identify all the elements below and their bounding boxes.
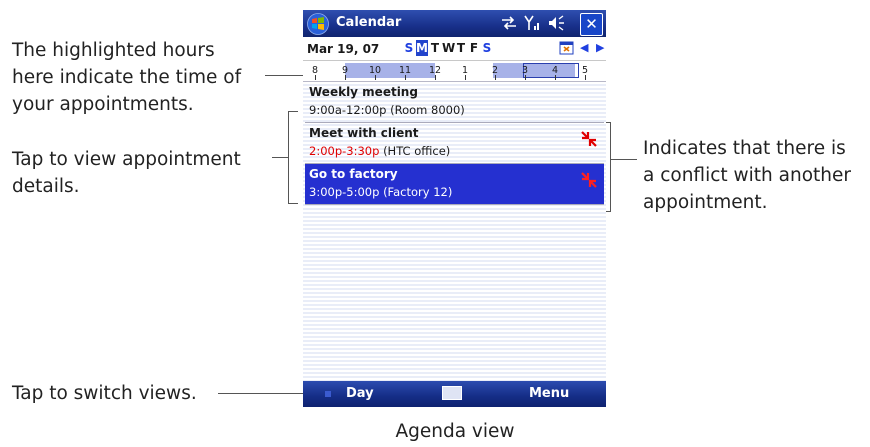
app-title: Calendar (336, 15, 402, 30)
hour-label: 5 (581, 65, 589, 76)
appointment-title: Go to factory (309, 167, 398, 181)
callout-conflict-line1: Indicates that there is (643, 138, 846, 159)
callout-details-line1: Tap to view appointment (12, 149, 241, 170)
callout-switch-line1: Tap to switch views. (12, 383, 197, 404)
appointment-go-to-factory[interactable]: Go to factory 3:00p-5:00p (Factory 12) (305, 164, 604, 205)
callout-conflict-leader (610, 159, 637, 160)
day-softkey[interactable]: Day (346, 386, 374, 401)
hour-highlight-weekly-meeting (345, 63, 435, 78)
callout-switch: Tap to switch views. (12, 380, 197, 407)
callout-conflict-line2: a conflict with another (643, 165, 852, 186)
callout-conflict-bracket (610, 122, 611, 212)
appointment-details: 2:00p-3:30p (HTC office) (309, 144, 450, 158)
hour-label: 12 (428, 65, 442, 76)
callout-conflict-line3: appointment. (643, 192, 768, 213)
conflict-icon (581, 131, 597, 147)
appointment-meet-with-client[interactable]: Meet with client 2:00p-3:30p (HTC office… (305, 123, 604, 164)
appointment-title: Weekly meeting (309, 85, 418, 99)
appointment-weekly-meeting[interactable]: Weekly meeting 9:00a-12:00p (Room 8000) (305, 82, 604, 123)
view-indicator-icon (325, 391, 331, 397)
appointment-location: (HTC office) (383, 144, 451, 158)
hour-bar: 8 9 10 11 12 1 2 3 4 5 (303, 61, 606, 82)
soft-key-bar: Day Menu (303, 381, 606, 407)
callout-details-line2: details. (12, 176, 80, 197)
hour-label: 8 (311, 65, 319, 76)
go-to-today-icon[interactable] (559, 40, 575, 56)
hour-label: 9 (341, 65, 349, 76)
callout-details-bracket-v (288, 111, 289, 204)
next-arrow-icon[interactable]: ▶ (596, 41, 604, 54)
callout-details-leader (272, 157, 288, 158)
callout-conflict: Indicates that there is a conflict with … (643, 135, 851, 216)
weekday-mon[interactable]: M (416, 40, 428, 56)
appointment-time: 3:00p-5:00p (309, 185, 380, 199)
callout-hours-line1: The highlighted hours (12, 40, 215, 61)
appointment-time: 9:00a-12:00p (309, 103, 387, 117)
hour-label: 3 (521, 65, 529, 76)
hour-label: 2 (491, 65, 499, 76)
close-button[interactable]: ✕ (580, 13, 603, 36)
calendar-screen: Calendar ✕ Mar 19, 07 S M T W T F S ◀ ▶ … (303, 10, 606, 407)
weekday-sun[interactable]: S (403, 40, 415, 56)
callout-hours: The highlighted hours here indicate the … (12, 37, 241, 118)
appointment-location: (Room 8000) (390, 103, 465, 117)
callout-hours-line2: here indicate the time of (12, 67, 242, 88)
weekday-fri[interactable]: F (468, 40, 480, 56)
current-date[interactable]: Mar 19, 07 (307, 42, 379, 56)
previous-arrow-icon[interactable]: ◀ (580, 41, 588, 54)
connectivity-icon[interactable] (500, 14, 518, 32)
weekday-tue[interactable]: T (429, 40, 441, 56)
figure-caption: Agenda view (395, 421, 515, 442)
week-day-selector: S M T W T F S (403, 40, 494, 56)
conflict-icon (581, 172, 597, 188)
appointment-title: Meet with client (309, 126, 419, 140)
weekday-thu[interactable]: T (455, 40, 467, 56)
hour-label: 4 (551, 65, 559, 76)
callout-details-bracket-bottom (288, 203, 298, 204)
callout-hours-line3: your appointments. (12, 94, 194, 115)
title-bar: Calendar ✕ (303, 10, 606, 37)
agenda-list: Weekly meeting 9:00a-12:00p (Room 8000) … (303, 82, 606, 382)
weekday-wed[interactable]: W (442, 40, 455, 56)
hour-label: 11 (398, 65, 412, 76)
volume-icon[interactable] (547, 14, 567, 32)
appointment-time: 2:00p-3:30p (309, 144, 380, 158)
hour-label: 1 (461, 65, 469, 76)
callout-details: Tap to view appointment details. (12, 146, 241, 200)
appointment-details: 9:00a-12:00p (Room 8000) (309, 103, 465, 117)
keyboard-icon[interactable] (442, 386, 462, 400)
hour-label: 10 (368, 65, 382, 76)
appointment-details: 3:00p-5:00p (Factory 12) (309, 185, 452, 199)
menu-softkey[interactable]: Menu (529, 386, 569, 401)
windows-start-icon[interactable] (307, 13, 329, 35)
date-bar: Mar 19, 07 S M T W T F S ◀ ▶ (303, 37, 606, 61)
appointment-location: (Factory 12) (383, 185, 453, 199)
signal-strength-icon[interactable] (523, 14, 541, 32)
callout-details-bracket-top (288, 111, 298, 112)
weekday-sat[interactable]: S (481, 40, 493, 56)
